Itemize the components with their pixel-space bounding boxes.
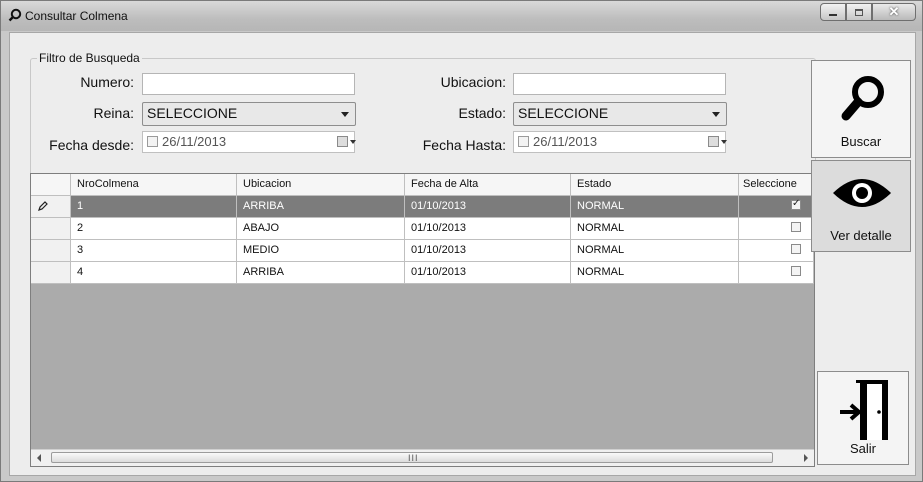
maximize-icon [855,8,863,16]
fecha-desde-picker[interactable]: 26/11/2013 [142,131,356,153]
estado-label: Estado: [458,105,506,121]
table-row[interactable]: 4 ARRIBA 01/10/2013 NORMAL [31,262,814,284]
fecha-desde-value: 26/11/2013 [162,134,227,149]
cell-seleccione[interactable] [739,196,814,218]
cell-nro[interactable]: 2 [71,218,237,240]
row-header-corner [31,174,71,196]
grid-header: NroColmena Ubicacion Fecha de Alta Estad… [31,174,814,196]
colmena-grid[interactable]: NroColmena Ubicacion Fecha de Alta Estad… [30,173,815,467]
close-button[interactable]: ✕ [872,3,916,21]
ubicacion-label: Ubicacion: [440,74,506,90]
reina-select[interactable]: SELECCIONE [142,102,356,126]
calendar-icon[interactable] [337,136,348,147]
search-icon [841,76,884,121]
cell-ubicacion[interactable]: MEDIO [237,240,405,262]
exit-door-icon [840,380,888,440]
table-row[interactable]: 3 MEDIO 01/10/2013 NORMAL [31,240,814,262]
estado-select[interactable]: SELECCIONE [513,102,727,126]
cell-seleccione[interactable] [739,262,814,284]
cell-estado[interactable]: NORMAL [571,218,739,240]
cell-nro[interactable]: 3 [71,240,237,262]
cell-seleccione[interactable] [739,218,814,240]
ver-detalle-button[interactable]: Ver detalle [811,160,911,252]
scrollbar-thumb[interactable]: III [51,452,773,463]
estado-select-value: SELECCIONE [518,105,609,121]
column-header[interactable]: NroColmena [71,174,237,196]
row-header[interactable] [31,218,71,240]
cell-nro[interactable]: 1 [71,196,237,218]
salir-label: Salir [849,441,876,456]
row-header[interactable] [31,262,71,284]
window-title: Consultar Colmena [25,9,128,23]
cell-fecha[interactable]: 01/10/2013 [405,240,571,262]
title-bar[interactable]: Consultar Colmena ✕ [1,1,922,31]
pencil-icon [38,201,48,211]
column-header[interactable]: Estado [571,174,739,196]
chevron-down-icon [712,112,720,117]
cell-ubicacion[interactable]: ARRIBA [237,196,405,218]
grid-body: NroColmena Ubicacion Fecha de Alta Estad… [31,174,814,450]
cell-seleccione[interactable] [739,240,814,262]
row-checkbox[interactable] [791,198,801,210]
chevron-down-icon [341,112,349,117]
cell-estado[interactable]: NORMAL [571,262,739,284]
minimize-icon [829,14,837,16]
scrollbar-grip: III [408,453,419,463]
window-controls: ✕ [820,3,916,23]
numero-input[interactable] [142,73,355,95]
fecha-hasta-picker[interactable]: 26/11/2013 [513,131,727,153]
scroll-left-icon[interactable] [37,454,41,462]
fecha-desde-checkbox[interactable] [147,136,158,147]
eye-icon [833,179,891,207]
cell-fecha[interactable]: 01/10/2013 [405,262,571,284]
close-icon: ✕ [888,4,900,19]
fecha-hasta-checkbox[interactable] [518,136,529,147]
column-header[interactable]: Fecha de Alta [405,174,571,196]
column-header[interactable]: Seleccione [739,174,814,196]
numero-label: Numero: [80,74,134,90]
cell-fecha[interactable]: 01/10/2013 [405,196,571,218]
maximize-button[interactable] [846,3,872,21]
buscar-label: Buscar [840,134,882,149]
table-row[interactable]: 1 ARRIBA 01/10/2013 NORMAL [31,196,814,218]
table-row[interactable]: 2 ABAJO 01/10/2013 NORMAL [31,218,814,240]
filter-group-legend: Filtro de Busqueda [37,51,142,65]
row-checkbox[interactable] [791,266,801,276]
fecha-hasta-value: 26/11/2013 [533,134,598,149]
dropdown-arrow-icon [721,140,727,144]
row-header[interactable] [31,240,71,262]
row-checkbox[interactable] [791,222,801,232]
cell-estado[interactable]: NORMAL [571,196,739,218]
reina-label: Reina: [93,105,134,121]
salir-button[interactable]: Salir [817,371,909,465]
reina-select-value: SELECCIONE [147,105,238,121]
scroll-right-icon[interactable] [804,454,808,462]
dropdown-arrow-icon [350,140,356,144]
search-icon [8,8,22,22]
cell-fecha[interactable]: 01/10/2013 [405,218,571,240]
row-header[interactable] [31,196,71,218]
cell-ubicacion[interactable]: ABAJO [237,218,405,240]
fecha-hasta-label: Fecha Hasta: [422,137,506,153]
app-window: Consultar Colmena ✕ Filtro de Busqueda N… [0,0,923,482]
ubicacion-input[interactable] [513,73,726,95]
cell-nro[interactable]: 4 [71,262,237,284]
row-checkbox[interactable] [791,244,801,254]
calendar-icon[interactable] [708,136,719,147]
buscar-button[interactable]: Buscar [811,60,911,158]
fecha-desde-label: Fecha desde: [49,137,134,153]
cell-estado[interactable]: NORMAL [571,240,739,262]
minimize-button[interactable] [820,3,846,21]
ver-detalle-label: Ver detalle [830,228,892,243]
client-area: Filtro de Busqueda Numero: Ubicacion: Re… [9,32,916,476]
horizontal-scrollbar[interactable]: III [31,449,814,466]
column-header[interactable]: Ubicacion [237,174,405,196]
cell-ubicacion[interactable]: ARRIBA [237,262,405,284]
